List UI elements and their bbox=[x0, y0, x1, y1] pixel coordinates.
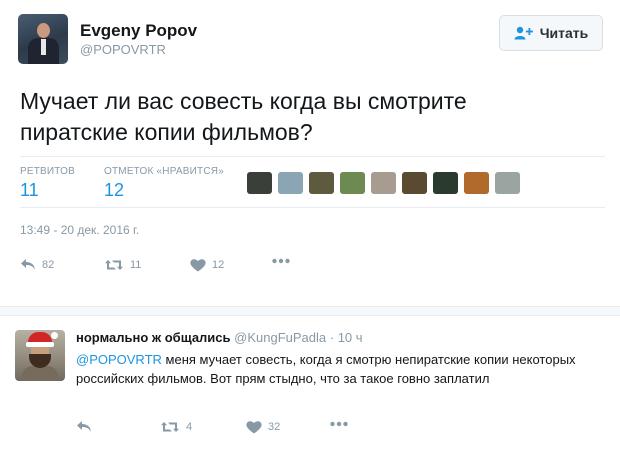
reply-count: 82 bbox=[42, 258, 55, 271]
retweet-button[interactable]: 11 bbox=[104, 258, 141, 272]
liker-avatars bbox=[247, 172, 520, 194]
reply-retweet-count: 4 bbox=[186, 421, 193, 433]
retweet-icon bbox=[161, 422, 179, 432]
liker-avatar[interactable] bbox=[309, 172, 334, 194]
tweet-timestamp[interactable]: 13:49 - 20 дек. 2016 г. bbox=[20, 223, 139, 237]
reply-like-count: 32 bbox=[268, 421, 281, 433]
author-handle[interactable]: @POPOVRTR bbox=[80, 42, 166, 57]
liker-avatar[interactable] bbox=[402, 172, 427, 194]
retweets-count: 11 bbox=[20, 180, 39, 200]
retweet-count: 11 bbox=[130, 259, 142, 271]
reply-icon bbox=[21, 259, 35, 270]
reply-time[interactable]: · 10 ч bbox=[330, 330, 363, 345]
more-icon bbox=[272, 258, 290, 264]
likes-count: 12 bbox=[104, 180, 125, 200]
follow-button[interactable]: Читать bbox=[499, 15, 603, 51]
heart-icon bbox=[246, 421, 262, 434]
more-button[interactable] bbox=[272, 258, 290, 264]
like-count: 12 bbox=[212, 259, 225, 271]
liker-avatar[interactable] bbox=[371, 172, 396, 194]
tweet-text: Мучает ли вас совесть когда вы смотрите … bbox=[20, 88, 467, 145]
liker-avatar[interactable] bbox=[247, 172, 272, 194]
reply-author-name[interactable]: нормально ж общались bbox=[76, 330, 231, 345]
reply-retweet-button[interactable]: 4 bbox=[160, 420, 192, 434]
divider bbox=[20, 156, 605, 157]
liker-avatar[interactable] bbox=[433, 172, 458, 194]
likes-label: ОТМЕТОК «НРАВИТСЯ» bbox=[104, 166, 224, 177]
reply-header: нормально ж общались @KungFuPadla · 10 ч bbox=[76, 330, 363, 345]
reply-more-button[interactable] bbox=[330, 421, 348, 427]
liker-avatar[interactable] bbox=[495, 172, 520, 194]
reply-author-handle[interactable]: @KungFuPadla bbox=[234, 330, 326, 345]
reply-mention[interactable]: @POPOVRTR bbox=[76, 352, 162, 367]
reply-icon bbox=[77, 421, 91, 432]
reply-reply-button[interactable] bbox=[76, 420, 92, 433]
liker-avatar[interactable] bbox=[278, 172, 303, 194]
follow-button-label: Читать bbox=[539, 25, 589, 41]
tweet-separator bbox=[0, 306, 620, 316]
reply-like-button[interactable]: 32 bbox=[246, 420, 280, 434]
liker-avatar[interactable] bbox=[464, 172, 489, 194]
author-avatar[interactable] bbox=[18, 14, 68, 64]
like-button[interactable]: 12 bbox=[190, 258, 224, 272]
reply-button[interactable]: 82 bbox=[20, 258, 54, 271]
more-icon bbox=[330, 421, 348, 427]
author-name[interactable]: Evgeny Popov bbox=[80, 21, 197, 41]
liker-avatar[interactable] bbox=[340, 172, 365, 194]
retweets-label: РЕТВИТОВ bbox=[20, 166, 76, 177]
retweets-stat[interactable]: РЕТВИТОВ 11 bbox=[20, 166, 75, 201]
divider bbox=[20, 207, 605, 208]
add-user-icon bbox=[514, 26, 533, 40]
reply-author-avatar[interactable] bbox=[15, 330, 65, 381]
reply-text: @POPOVRTR меня мучает совесть, когда я с… bbox=[76, 350, 596, 388]
likes-stat[interactable]: ОТМЕТОК «НРАВИТСЯ» 12 bbox=[104, 166, 224, 201]
heart-icon bbox=[190, 259, 206, 272]
retweet-icon bbox=[105, 260, 123, 270]
